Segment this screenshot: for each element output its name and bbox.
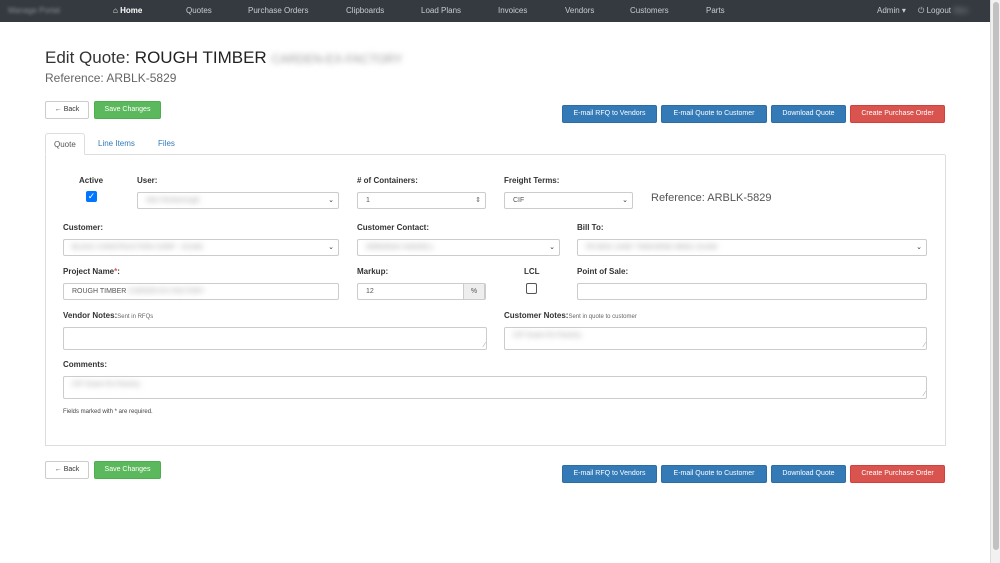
- vendor-notes-textarea[interactable]: ∕: [63, 327, 487, 350]
- freight-label: Freight Terms:: [504, 176, 560, 185]
- lcl-checkbox[interactable]: [526, 283, 537, 294]
- back-button-bottom[interactable]: ← Back: [45, 461, 89, 479]
- power-icon: ⏻: [918, 6, 925, 15]
- resize-grip-icon[interactable]: ∕: [924, 391, 925, 398]
- nav-clipboards[interactable]: Clipboards: [346, 6, 384, 15]
- checkmark-icon: ✓: [87, 191, 96, 201]
- nav-purchase-orders[interactable]: Purchase Orders: [248, 6, 308, 15]
- admin-menu[interactable]: Admin ▾: [877, 6, 906, 15]
- active-label: Active: [79, 176, 104, 185]
- user-label: User:: [137, 176, 158, 185]
- save-changes-button-bottom[interactable]: Save Changes: [94, 461, 161, 479]
- containers-label: # of Containers:: [357, 176, 418, 185]
- reference-inline: Reference: ARBLK-5829: [651, 192, 772, 204]
- email-quote-button-bottom[interactable]: E-mail Quote to Customer: [661, 465, 767, 483]
- chevron-down-icon: ⌄: [328, 197, 334, 204]
- comments-label: Comments:: [63, 360, 108, 369]
- email-rfq-button[interactable]: E-mail RFQ to Vendors: [562, 105, 657, 123]
- save-changes-button[interactable]: Save Changes: [94, 101, 161, 119]
- nav-load-plans[interactable]: Load Plans: [421, 6, 461, 15]
- scroll-thumb[interactable]: [993, 2, 999, 550]
- nav-home[interactable]: ⌂ Home: [113, 6, 142, 15]
- tab-line-items[interactable]: Line Items: [90, 133, 143, 155]
- customer-select[interactable]: BLACK CONSTRUCTION CORP - GUAM ⌄: [63, 239, 339, 256]
- tab-files[interactable]: Files: [150, 133, 183, 155]
- email-rfq-button-bottom[interactable]: E-mail RFQ to Vendors: [562, 465, 657, 483]
- required-fields-note: Fields marked with * are required.: [63, 409, 153, 415]
- create-po-button[interactable]: Create Purchase Order: [850, 105, 945, 123]
- quote-tabs: Quote Line Items Files: [45, 133, 945, 155]
- email-quote-button[interactable]: E-mail Quote to Customer: [661, 105, 767, 123]
- lcl-label: LCL: [524, 267, 540, 276]
- top-navbar: Manage Portal ⌂ Home Quotes Purchase Ord…: [0, 0, 990, 22]
- resize-grip-icon[interactable]: ∕: [484, 342, 485, 349]
- nav-vendors[interactable]: Vendors: [565, 6, 594, 15]
- user-select[interactable]: Alex Rexborough ⌄: [137, 192, 339, 209]
- point-of-sale-input[interactable]: [577, 283, 927, 300]
- page-title: Edit Quote: ROUGH TIMBER CARDEN-EX-FACTO…: [45, 48, 403, 67]
- percent-addon: %: [463, 284, 485, 299]
- chevron-down-icon: ⌄: [328, 244, 334, 251]
- markup-input[interactable]: 12%: [357, 283, 486, 300]
- contact-label: Customer Contact:: [357, 223, 430, 232]
- brand-logo[interactable]: Manage Portal: [8, 6, 60, 15]
- markup-label: Markup:: [357, 267, 389, 276]
- freight-terms-select[interactable]: CIF ⌄: [504, 192, 633, 209]
- spinner-icon[interactable]: ⇕: [475, 193, 481, 208]
- back-button[interactable]: ← Back: [45, 101, 89, 119]
- nav-quotes[interactable]: Quotes: [186, 6, 212, 15]
- customer-contact-select[interactable]: DEBORAH HANSELL ⌄: [357, 239, 560, 256]
- home-icon: ⌂: [113, 6, 118, 15]
- resize-grip-icon[interactable]: ∕: [924, 342, 925, 349]
- page-scrollbar[interactable]: [990, 0, 1000, 563]
- nav-parts[interactable]: Parts: [706, 6, 725, 15]
- containers-input[interactable]: 1 ⇕: [357, 192, 486, 209]
- project-name-input[interactable]: ROUGH TIMBER CARDEN-EX-FACTORY: [63, 283, 339, 300]
- billto-label: Bill To:: [577, 223, 604, 232]
- nav-invoices[interactable]: Invoices: [498, 6, 527, 15]
- caret-down-icon: ▾: [901, 6, 906, 15]
- active-checkbox[interactable]: ✓: [86, 191, 97, 202]
- logout-link[interactable]: ⏻ Logout Alex: [918, 6, 968, 16]
- download-quote-button[interactable]: Download Quote: [771, 105, 846, 123]
- comments-textarea[interactable]: CIF Guam Ex-Factory ∕: [63, 376, 927, 399]
- customer-notes-label: Customer Notes:Sent in quote to customer: [504, 311, 637, 320]
- chevron-down-icon: ⌄: [916, 244, 922, 251]
- download-quote-button-bottom[interactable]: Download Quote: [771, 465, 846, 483]
- pos-label: Point of Sale:: [577, 267, 629, 276]
- create-po-button-bottom[interactable]: Create Purchase Order: [850, 465, 945, 483]
- customer-label: Customer:: [63, 223, 104, 232]
- bill-to-select[interactable]: PO BOX 24467 TAMUNING 96931 GUAM ⌄: [577, 239, 927, 256]
- tab-quote[interactable]: Quote: [45, 133, 85, 155]
- nav-customers[interactable]: Customers: [630, 6, 669, 15]
- customer-notes-textarea[interactable]: CIF Guam Ex-Factory ∕: [504, 327, 927, 350]
- reference-subtitle: Reference: ARBLK-5829: [45, 71, 177, 85]
- arrow-left-icon: ←: [54, 466, 62, 473]
- chevron-down-icon: ⌄: [622, 197, 628, 204]
- arrow-left-icon: ←: [54, 106, 62, 113]
- vendor-notes-label: Vendor Notes:Sent in RFQs: [63, 311, 154, 320]
- chevron-down-icon: ⌄: [549, 244, 555, 251]
- project-name-label: Project Name*:: [63, 267, 120, 276]
